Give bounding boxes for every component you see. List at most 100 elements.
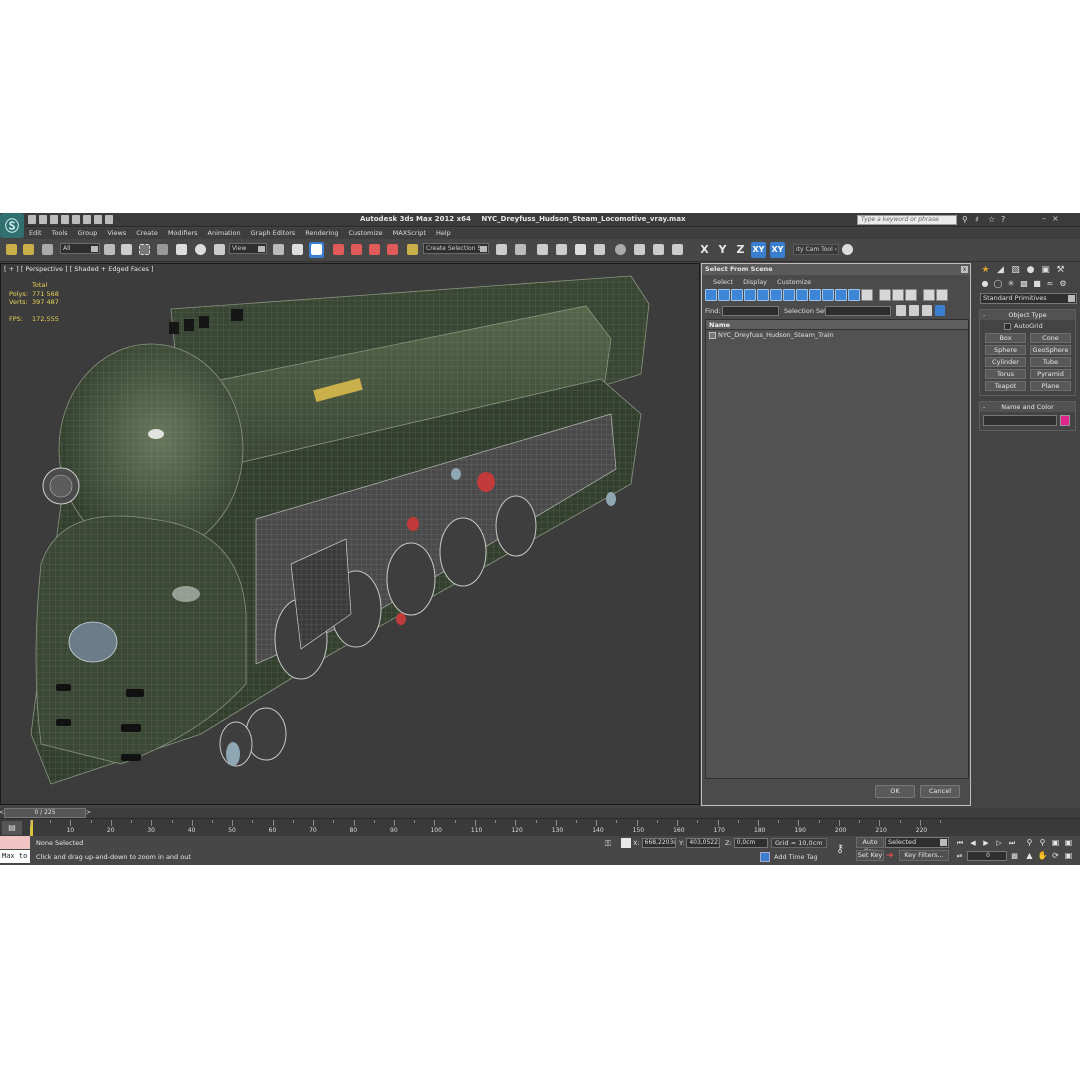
mini-curve-editor-icon[interactable]: ▤	[2, 821, 22, 835]
cone-button[interactable]: Cone	[1030, 333, 1071, 343]
go-to-start-icon[interactable]: ⏮	[955, 838, 965, 848]
edit-named-selection-icon[interactable]	[405, 242, 420, 258]
torus-button[interactable]: Torus	[985, 369, 1026, 379]
selection-filter-dropdown[interactable]: All	[60, 243, 100, 254]
autogrid-checkbox[interactable]	[1004, 322, 1011, 330]
display-containers-icon[interactable]	[822, 289, 834, 301]
unlink-icon[interactable]	[21, 242, 36, 258]
track-bar[interactable]: ▤ 10 20 30 40 50 60 70 80 90 100 110 120 130 140 150 16…	[0, 818, 1080, 836]
dialog-menu-select[interactable]: Select	[708, 276, 738, 288]
hold-icon[interactable]	[83, 215, 91, 224]
filter-icon[interactable]	[923, 289, 935, 301]
menu-group[interactable]: Group	[73, 228, 103, 239]
display-shapes-icon[interactable]	[718, 289, 730, 301]
frame-ruler[interactable]: 10 20 30 40 50 60 70 80 90 100 110 120 130 140 150 160 1…	[30, 820, 941, 836]
display-xrefs-icon[interactable]	[796, 289, 808, 301]
window-crossing-icon[interactable]	[155, 242, 170, 258]
render-setup-icon[interactable]	[632, 242, 647, 258]
keyboard-shortcut-override-icon[interactable]	[309, 242, 324, 258]
cancel-button[interactable]: Cancel	[920, 785, 960, 798]
helpers-icon[interactable]: ■	[1032, 279, 1042, 289]
menu-edit[interactable]: Edit	[24, 228, 47, 239]
select-and-rotate-icon[interactable]	[193, 242, 208, 258]
minimize-icon[interactable]: –	[1042, 214, 1046, 223]
cylinder-button[interactable]: Cylinder	[985, 357, 1026, 367]
redo-icon[interactable]	[72, 215, 80, 224]
object-name-input[interactable]	[983, 415, 1057, 426]
select-and-move-icon[interactable]	[174, 242, 189, 258]
layer-manager-icon[interactable]	[535, 242, 550, 258]
menu-rendering[interactable]: Rendering	[300, 228, 343, 239]
favorites-star-icon[interactable]: ☆	[988, 215, 996, 224]
restrict-x-button[interactable]: X	[697, 242, 712, 258]
dialog-title[interactable]: Select From Scene	[702, 264, 970, 275]
menu-modifiers[interactable]: Modifiers	[163, 228, 203, 239]
pivot-center-icon[interactable]	[271, 242, 286, 258]
lights-icon[interactable]: ✳	[1006, 279, 1016, 289]
current-frame-input[interactable]: 0	[967, 851, 1007, 861]
play-icon[interactable]: ▶	[981, 838, 991, 848]
material-editor-icon[interactable]	[613, 242, 628, 258]
create-tab-icon[interactable]: ★	[980, 265, 991, 276]
display-helpers-icon[interactable]	[757, 289, 769, 301]
menu-tools[interactable]: Tools	[47, 228, 73, 239]
set-key-mode-icon[interactable]: ⚷	[836, 842, 852, 856]
maxscript-mini-listener[interactable]: Max to	[0, 850, 30, 863]
display-lights-icon[interactable]	[731, 289, 743, 301]
go-to-end-icon[interactable]: ⏭	[1007, 838, 1017, 848]
object-color-swatch[interactable]	[1060, 415, 1070, 426]
pan-icon[interactable]: ✋	[1037, 850, 1048, 861]
teapot-button[interactable]: Teapot	[985, 381, 1026, 391]
column-header-name[interactable]: Name	[706, 320, 968, 330]
graphite-ribbon-icon[interactable]	[554, 242, 569, 258]
viewport-label[interactable]: [ + ] [ Perspective ] [ Shaded + Edged F…	[4, 265, 154, 273]
select-all-icon[interactable]	[896, 305, 906, 316]
snaps-toggle-icon[interactable]	[331, 242, 346, 258]
curve-editor-icon[interactable]	[573, 242, 588, 258]
find-input[interactable]	[722, 306, 779, 316]
reference-coordinate-dropdown[interactable]: View	[229, 243, 267, 254]
primitive-type-dropdown[interactable]: Standard Primitives	[980, 293, 1077, 304]
maximize-viewport-icon[interactable]: ▣	[1063, 850, 1074, 861]
percent-snap-icon[interactable]	[367, 242, 382, 258]
menu-maxscript[interactable]: MAXScript	[388, 228, 431, 239]
select-and-scale-icon[interactable]	[212, 242, 227, 258]
maxscript-listener-output[interactable]	[0, 836, 30, 849]
list-item[interactable]: NYC_Dreyfuss_Hudson_Steam_Train	[706, 330, 968, 340]
zoom-all-icon[interactable]: ⚲	[1037, 837, 1048, 848]
zoom-icon[interactable]: ⚲	[1024, 837, 1035, 848]
display-all-icon[interactable]	[861, 289, 873, 301]
geometry-icon[interactable]: ●	[980, 279, 990, 289]
angle-snap-icon[interactable]	[349, 242, 364, 258]
schematic-view-icon[interactable]	[592, 242, 607, 258]
communication-icon[interactable]: ♯	[975, 215, 983, 224]
display-none-icon[interactable]	[879, 289, 891, 301]
tube-button[interactable]: Tube	[1030, 357, 1071, 367]
restrict-z-button[interactable]: Z	[733, 242, 748, 258]
field-of-view-icon[interactable]: ▲	[1024, 850, 1035, 861]
scene-object-list[interactable]: Name NYC_Dreyfuss_Hudson_Steam_Train	[705, 319, 969, 779]
selection-set-dropdown[interactable]	[825, 306, 891, 316]
plane-button[interactable]: Plane	[1030, 381, 1071, 391]
named-selection-dropdown[interactable]: Create Selection Se	[423, 243, 489, 254]
key-icon[interactable]: ➜	[886, 851, 896, 861]
new-file-icon[interactable]	[28, 215, 36, 224]
select-object-icon[interactable]	[102, 242, 117, 258]
zoom-extents-all-icon[interactable]: ▣	[1063, 837, 1074, 848]
time-slider[interactable]: < 0 / 225 >	[0, 808, 91, 818]
box-button[interactable]: Box	[985, 333, 1026, 343]
key-mode-icon[interactable]: ⏯	[955, 851, 964, 861]
align-icon[interactable]	[513, 242, 528, 258]
display-frozen-icon[interactable]	[835, 289, 847, 301]
selection-lock-icon[interactable]: ⚿	[605, 839, 613, 848]
add-time-tag[interactable]: Add Time Tag	[760, 852, 818, 862]
menu-create[interactable]: Create	[131, 228, 163, 239]
display-space-warps-icon[interactable]	[770, 289, 782, 301]
display-groups-icon[interactable]	[783, 289, 795, 301]
select-and-manipulate-icon[interactable]	[290, 242, 305, 258]
orbit-icon[interactable]: ⟳	[1050, 850, 1061, 861]
menu-customize[interactable]: Customize	[343, 228, 387, 239]
display-hidden-icon[interactable]	[848, 289, 860, 301]
cameras-icon[interactable]: ▩	[1019, 279, 1029, 289]
name-and-color-header[interactable]: Name and Color	[980, 402, 1075, 412]
